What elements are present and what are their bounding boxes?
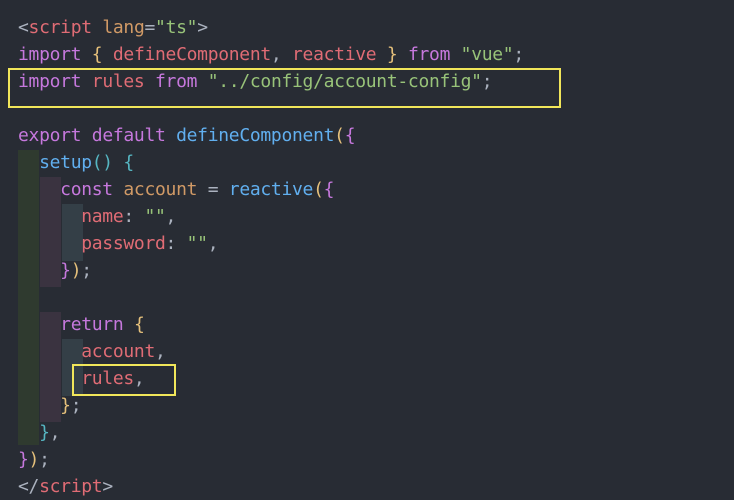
highlight-box-import-rules [8, 68, 561, 108]
code-token: password [81, 233, 166, 254]
code-token: from [407, 44, 451, 65]
code-token: "" [186, 233, 208, 254]
code-token: name [81, 206, 124, 227]
code-token: > [197, 17, 208, 38]
code-token: ; [70, 395, 82, 416]
code-token: return [60, 314, 124, 335]
code-token: , [270, 44, 282, 65]
code-token: ( [313, 179, 324, 200]
code-token: default [91, 125, 166, 146]
code-token: script [28, 17, 93, 38]
code-token: ) [70, 260, 82, 281]
code-token: } [18, 449, 29, 470]
code-line[interactable]: }; [18, 392, 81, 419]
code-token: defineComponent [176, 125, 335, 146]
code-token: ; [513, 44, 524, 65]
code-line[interactable]: }); [18, 446, 50, 473]
code-token: { [323, 179, 335, 200]
code-token: export [18, 125, 82, 146]
code-token: : [123, 206, 145, 227]
code-token: { [123, 152, 134, 173]
code-line[interactable]: name: "", [18, 203, 176, 230]
code-token: reactive [228, 179, 314, 200]
code-token: lang [102, 17, 145, 38]
code-line[interactable]: setup() { [18, 149, 134, 176]
code-token: > [102, 476, 113, 497]
code-token: script [39, 476, 103, 497]
code-line[interactable]: password: "", [18, 230, 218, 257]
code-line[interactable]: return { [18, 311, 145, 338]
code-token: } [60, 260, 71, 281]
code-token: setup [39, 152, 92, 173]
code-token: , [49, 422, 61, 443]
code-token: < [18, 17, 29, 38]
code-token: account [81, 341, 155, 362]
code-editor[interactable]: <script lang="ts"> import { defineCompone… [0, 0, 734, 498]
code-token: "" [144, 206, 166, 227]
code-token: </ [18, 476, 40, 497]
code-line[interactable]: import { defineComponent, reactive } fro… [18, 41, 524, 68]
code-token: , [207, 233, 219, 254]
code-token: , [165, 206, 177, 227]
code-token: const [60, 179, 113, 200]
code-token: ) [28, 449, 40, 470]
code-token: "vue" [460, 44, 514, 65]
code-token: } [39, 422, 50, 443]
code-token: { [91, 44, 103, 65]
code-token: reactive [281, 44, 377, 65]
code-token: = [197, 179, 229, 200]
code-line[interactable]: </script> [18, 473, 113, 500]
code-token: "ts" [155, 17, 198, 38]
code-token: defineComponent [102, 44, 271, 65]
code-token: { [133, 314, 145, 335]
code-token: = [144, 17, 156, 38]
code-token: ( [334, 125, 345, 146]
highlight-box-return-rules [72, 364, 176, 396]
code-token: import [18, 44, 82, 65]
code-token: , [155, 341, 166, 362]
code-token: } [386, 44, 398, 65]
code-line[interactable]: }, [18, 419, 60, 446]
code-token: account [123, 179, 198, 200]
code-line[interactable]: }); [18, 257, 92, 284]
code-line[interactable]: <script lang="ts"> [18, 14, 208, 41]
code-token: { [344, 125, 356, 146]
code-token: () [91, 152, 113, 173]
code-token: ; [81, 260, 92, 281]
code-token: } [60, 395, 71, 416]
code-line[interactable]: account, [18, 338, 166, 365]
code-token: ; [39, 449, 50, 470]
code-line[interactable]: const account = reactive({ [18, 176, 334, 203]
code-line[interactable]: export default defineComponent({ [18, 122, 356, 149]
code-token: : [165, 233, 187, 254]
